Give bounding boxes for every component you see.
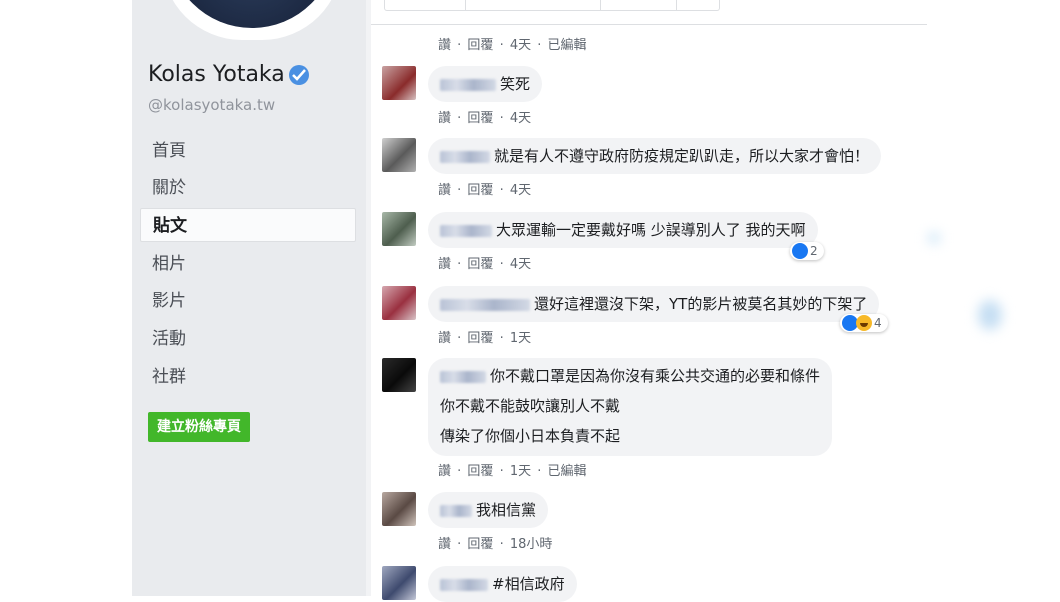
nav-home[interactable]: 首頁 (140, 134, 356, 168)
nav-community[interactable]: 社群 (140, 360, 356, 394)
page-title[interactable]: Kolas Yotaka (148, 62, 309, 87)
comment-bubble: 你不戴口罩是因為你沒有乘公共交通的必要和條件 你不戴不能鼓吹讓別人不戴 傳染了你… (428, 358, 833, 456)
haha-reaction-icon (856, 315, 872, 331)
like-link[interactable]: 讚 (438, 183, 451, 198)
reply-link[interactable]: 回覆 (467, 257, 493, 272)
commenter-avatar[interactable] (382, 212, 416, 246)
like-reaction-icon (792, 243, 808, 259)
commenter-avatar[interactable] (382, 138, 416, 172)
comment-text-line: 傳染了你個小日本負責不起 (440, 427, 621, 445)
profile-picture[interactable] (162, 0, 342, 40)
like-link[interactable]: 讚 (438, 331, 451, 346)
comment-actions: 讚 · 回覆 · 1天 (438, 331, 532, 346)
like-link[interactable]: 讚 (438, 464, 451, 479)
page-handle[interactable]: @kolasyotaka.tw (148, 96, 275, 114)
commenter-name[interactable] (440, 298, 530, 311)
like-link[interactable]: 讚 (438, 111, 451, 126)
nav-events[interactable]: 活動 (140, 322, 356, 356)
comment-actions: 讚 · 回覆 · 4天 · 已編輯 (438, 38, 587, 53)
column-divider (366, 0, 371, 596)
verified-badge-icon (288, 64, 309, 85)
comment-bubble: 還好這裡還沒下架，YT的影片被莫名其妙的下架了 (428, 286, 880, 322)
comment-text-line: 你不戴口罩是因為你沒有乘公共交通的必要和條件 (490, 367, 821, 385)
reaction-count[interactable]: 4 (840, 314, 888, 332)
nav-posts[interactable]: 貼文 (140, 208, 356, 242)
reply-link[interactable]: 回覆 (467, 38, 493, 53)
nav-about[interactable]: 關於 (140, 171, 356, 205)
reply-link[interactable]: 回覆 (467, 331, 493, 346)
comment-text: 就是有人不遵守政府防疫規定趴趴走，所以大家才會怕！ (494, 147, 870, 165)
commenter-name[interactable] (440, 504, 472, 517)
reply-link[interactable]: 回覆 (467, 183, 493, 198)
comment-time[interactable]: 1天 (510, 464, 531, 479)
commenter-avatar[interactable] (382, 358, 416, 392)
like-link[interactable]: 讚 (438, 537, 451, 552)
comment-bubble: 我相信黨 (428, 492, 549, 528)
nav-photos[interactable]: 相片 (140, 247, 356, 281)
commenter-avatar[interactable] (382, 66, 416, 100)
like-link[interactable]: 讚 (438, 38, 451, 53)
comment-bubble: 笑死 (428, 66, 543, 102)
commenter-name[interactable] (440, 578, 488, 591)
commenter-name[interactable] (440, 150, 490, 163)
comment-time[interactable]: 4天 (510, 257, 531, 272)
post-action-bar (384, 0, 720, 11)
comment-text: 我相信黨 (476, 501, 537, 519)
page-sidebar: Kolas Yotaka @kolasyotaka.tw 首頁 關於 貼文 相片… (132, 0, 366, 596)
comment-bubble: 就是有人不遵守政府防疫規定趴趴走，所以大家才會怕！ (428, 138, 882, 174)
comment-text: 笑死 (500, 75, 531, 93)
comment-bubble: #相信政府 (428, 566, 577, 602)
like-link[interactable]: 讚 (438, 257, 451, 272)
commenter-avatar[interactable] (382, 566, 416, 600)
page-name-text[interactable]: Kolas Yotaka (148, 62, 285, 87)
reply-link[interactable]: 回覆 (467, 111, 493, 126)
reply-link[interactable]: 回覆 (467, 537, 493, 552)
comment-time[interactable]: 4天 (510, 111, 531, 126)
comment-text: 大眾運輸一定要戴好嗎 少誤導別人了 我的天啊 (496, 221, 806, 239)
blurred-background-shape (978, 300, 1002, 330)
comment-actions: 讚 · 回覆 · 4天 (438, 257, 532, 272)
commenter-name[interactable] (440, 370, 486, 383)
commenter-name[interactable] (440, 224, 492, 237)
edited-label[interactable]: 已編輯 (548, 38, 587, 53)
comment-actions: 讚 · 回覆 · 4天 (438, 111, 532, 126)
comment-actions: 讚 · 回覆 · 1天 · 已編輯 (438, 464, 587, 479)
edited-label[interactable]: 已編輯 (548, 464, 587, 479)
avatar (168, 0, 336, 28)
comment-time[interactable]: 1天 (510, 331, 531, 346)
comment-text: 還好這裡還沒下架，YT的影片被莫名其妙的下架了 (534, 295, 868, 313)
comment-time[interactable]: 4天 (510, 183, 531, 198)
divider (371, 24, 927, 25)
comment-text-line: 你不戴不能鼓吹讓別人不戴 (440, 397, 621, 415)
comment-text: #相信政府 (492, 575, 565, 593)
create-fan-page-button[interactable]: 建立粉絲專頁 (148, 412, 250, 442)
comment-actions: 讚 · 回覆 · 4天 (438, 183, 532, 198)
comment-bubble: 大眾運輸一定要戴好嗎 少誤導別人了 我的天啊 (428, 212, 818, 248)
comment-time[interactable]: 18小時 (510, 537, 553, 552)
comment-actions: 讚 · 回覆 · 18小時 (438, 537, 553, 552)
commenter-avatar[interactable] (382, 286, 416, 320)
reply-link[interactable]: 回覆 (467, 464, 493, 479)
reaction-count[interactable]: 2 (790, 242, 824, 260)
commenter-name[interactable] (440, 78, 496, 91)
blurred-background-shape (928, 232, 940, 244)
nav-videos[interactable]: 影片 (140, 284, 356, 318)
comment-time[interactable]: 4天 (510, 38, 531, 53)
commenter-avatar[interactable] (382, 492, 416, 526)
